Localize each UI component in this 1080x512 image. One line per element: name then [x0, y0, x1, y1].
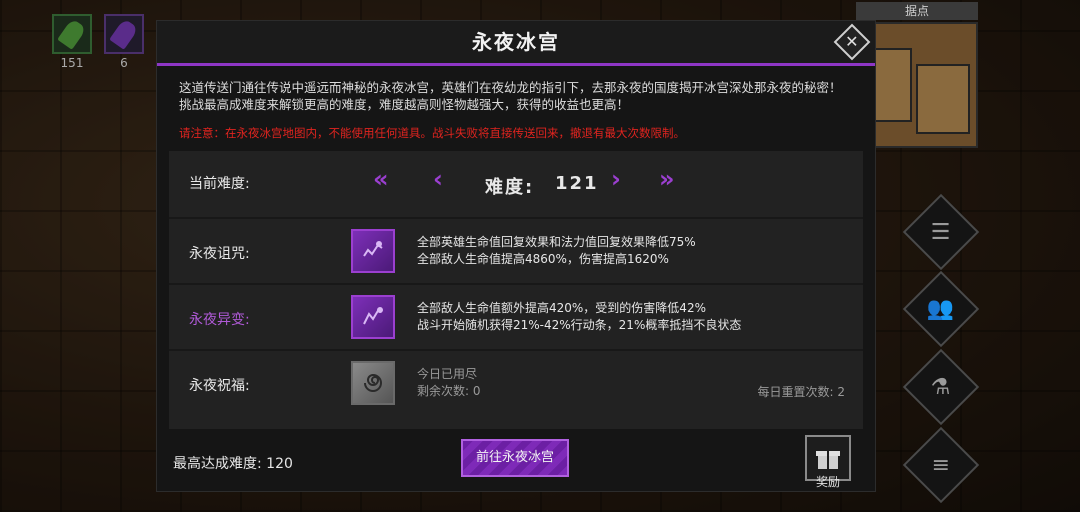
green-crystal-count: 151: [60, 56, 84, 70]
purple-crystal-slot[interactable]: [104, 14, 144, 54]
dialog-title-bar: 永夜冰宫 ✕: [157, 21, 875, 66]
max-difficulty: 最高达成难度: 120: [173, 456, 293, 472]
curse-effect-line-1: 全部英雄生命值回复效果和法力值回复效果降低75%: [417, 235, 696, 249]
blessing-remaining: 剩余次数: 0: [417, 384, 481, 398]
mutation-effects: 全部敌人生命值额外提高420%，受到的伤害降低42% 战斗开始随机获得21%-4…: [417, 300, 741, 334]
difficulty-label: 当前难度:: [189, 176, 250, 192]
scroll-icon: ☰: [931, 219, 951, 245]
warning-text: 请注意：在永夜冰宫地图内，不能使用任何道具。战斗失败将直接传送回来，撤退有最大次…: [179, 126, 685, 140]
description-line-1: 这道传送门通往传说中遥远而神秘的永夜冰宫，英雄们在夜幼龙的指引下，去那永夜的国度…: [179, 80, 842, 95]
mutation-label: 永夜异变:: [189, 312, 250, 328]
green-crystal-icon: [57, 18, 87, 50]
difficulty-text: 难度:: [485, 177, 535, 198]
difficulty-row: 当前难度: « ‹ 难度: 121 › »: [169, 151, 863, 215]
curse-label: 永夜诅咒:: [189, 246, 250, 262]
reward-label: 奖励: [815, 475, 840, 489]
blessing-row: 永夜祝福: 今日已用尽 剩余次数: 0 每日重置次数: 2: [169, 349, 863, 415]
description-line-2: 挑战最高成难度来解锁更高的难度，难度越高则怪物越强大，获得的收益也更高！: [179, 97, 630, 112]
minimap-title: 据点: [856, 2, 978, 20]
party-icon: 👥: [927, 296, 955, 322]
gift-icon: [816, 451, 840, 469]
eternal-night-ice-palace-dialog: 永夜冰宫 ✕ 这道传送门通往传说中遥远而神秘的永夜冰宫，英雄们在夜幼龙的指引下，…: [156, 20, 876, 492]
double-chevron-left-icon[interactable]: «: [373, 165, 389, 193]
chevron-right-icon[interactable]: ›: [611, 165, 621, 193]
blessing-used-up: 今日已用尽: [417, 367, 478, 381]
difficulty-panel: 当前难度: « ‹ 难度: 121 › » 永夜诅咒: 全部英雄生命值回复效果和…: [169, 151, 863, 429]
close-icon: ✕: [845, 32, 859, 51]
chevron-left-icon[interactable]: ‹: [433, 165, 443, 193]
double-chevron-right-icon[interactable]: »: [659, 165, 675, 193]
mutation-effect-line-1: 全部敌人生命值额外提高420%，受到的伤害降低42%: [417, 301, 706, 315]
curse-effects: 全部英雄生命值回复效果和法力值回复效果降低75% 全部敌人生命值提高4860%，…: [417, 234, 696, 268]
mutation-effect-line-2: 战斗开始随机获得21%-42%行动条，21%概率抵挡不良状态: [417, 318, 742, 332]
curse-row: 永夜诅咒: 全部英雄生命值回复效果和法力值回复效果降低75% 全部敌人生命值提高…: [169, 217, 863, 283]
menu-list-icon: ≡: [931, 452, 951, 478]
minimap-room: [916, 64, 970, 134]
blessing-label: 永夜祝福:: [189, 378, 250, 394]
go-ice-palace-button[interactable]: 前往永夜冰宫: [461, 439, 569, 477]
blessing-status: 今日已用尽 剩余次数: 0: [417, 366, 481, 400]
dialog-description: 这道传送门通往传说中遥远而神秘的永夜冰宫，英雄们在夜幼龙的指引下，去那永夜的国度…: [179, 79, 869, 113]
purple-crystal-icon: [109, 18, 139, 50]
green-crystal-slot[interactable]: [52, 14, 92, 54]
curse-effect-line-2: 全部敌人生命值提高4860%，伤害提高1620%: [417, 252, 669, 266]
mutation-icon[interactable]: [351, 295, 395, 339]
potion-icon: ⚗: [931, 374, 951, 400]
blessing-swirl-icon[interactable]: [351, 361, 395, 405]
difficulty-value: 121: [555, 173, 599, 194]
blessing-daily-reset: 每日重置次数: 2: [757, 385, 846, 399]
dialog-title: 永夜冰宫: [472, 30, 560, 54]
curse-icon[interactable]: [351, 229, 395, 273]
purple-crystal-count: 6: [120, 56, 128, 70]
mutation-row: 永夜异变: 全部敌人生命值额外提高420%，受到的伤害降低42% 战斗开始随机获…: [169, 283, 863, 349]
